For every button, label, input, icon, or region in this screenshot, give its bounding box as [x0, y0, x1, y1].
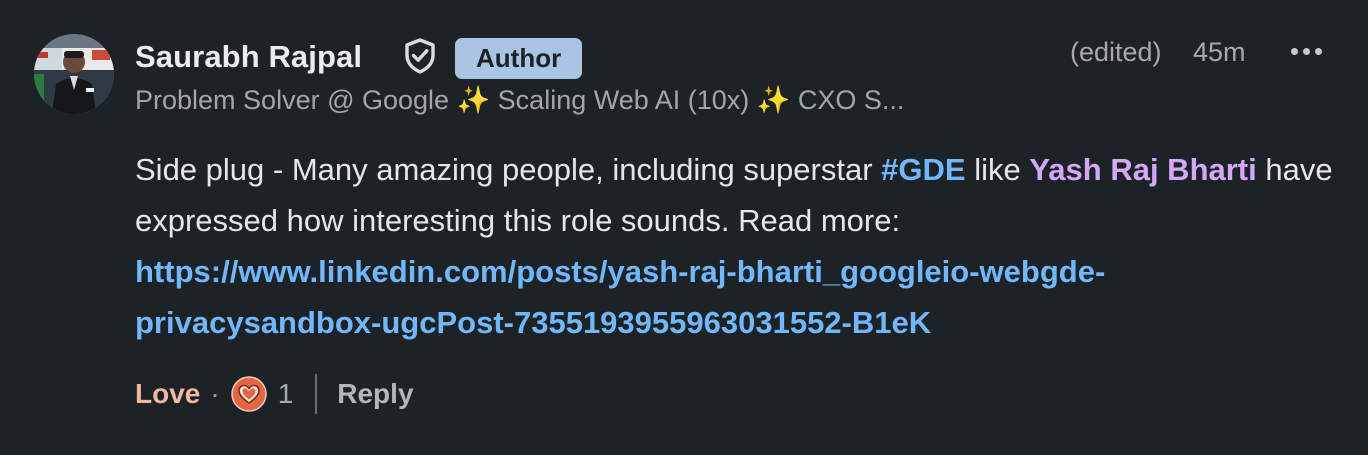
- more-options-icon-dot: [1314, 47, 1322, 55]
- avatar[interactable]: [34, 34, 114, 114]
- comment-card: Saurabh Rajpal Author (edited) 45m Probl…: [0, 0, 1368, 455]
- more-options-icon-dot: [1302, 47, 1310, 55]
- author-name[interactable]: Saurabh Rajpal: [135, 39, 362, 75]
- timestamp: 45m: [1193, 37, 1246, 67]
- reaction-count[interactable]: 1: [278, 378, 294, 410]
- separator-dot: ·: [210, 378, 220, 409]
- post-url-link[interactable]: https://www.linkedin.com/posts/yash-raj-…: [135, 254, 1105, 340]
- author-headline: Problem Solver @ Google ✨ Scaling Web AI…: [135, 85, 905, 115]
- comment-text: like: [965, 152, 1030, 187]
- comment-text: Side plug - Many amazing people, includi…: [135, 152, 882, 187]
- author-badge: Author: [455, 38, 583, 79]
- comment-body: Side plug - Many amazing people, includi…: [135, 144, 1340, 348]
- action-divider: [315, 374, 318, 414]
- hashtag-link[interactable]: #GDE: [881, 152, 965, 187]
- more-options-button[interactable]: [1284, 36, 1328, 66]
- love-heart-icon[interactable]: [230, 375, 268, 413]
- mention-link[interactable]: Yash Raj Bharti: [1029, 152, 1256, 187]
- avatar-photo: [34, 34, 114, 114]
- edited-label: (edited): [1070, 37, 1162, 67]
- more-options-icon: [1290, 47, 1298, 55]
- reply-button[interactable]: Reply: [337, 378, 413, 410]
- verified-shield-icon: [405, 38, 435, 74]
- comment-actions: Love · 1 Reply: [135, 372, 414, 416]
- love-reaction-button[interactable]: Love: [135, 378, 200, 410]
